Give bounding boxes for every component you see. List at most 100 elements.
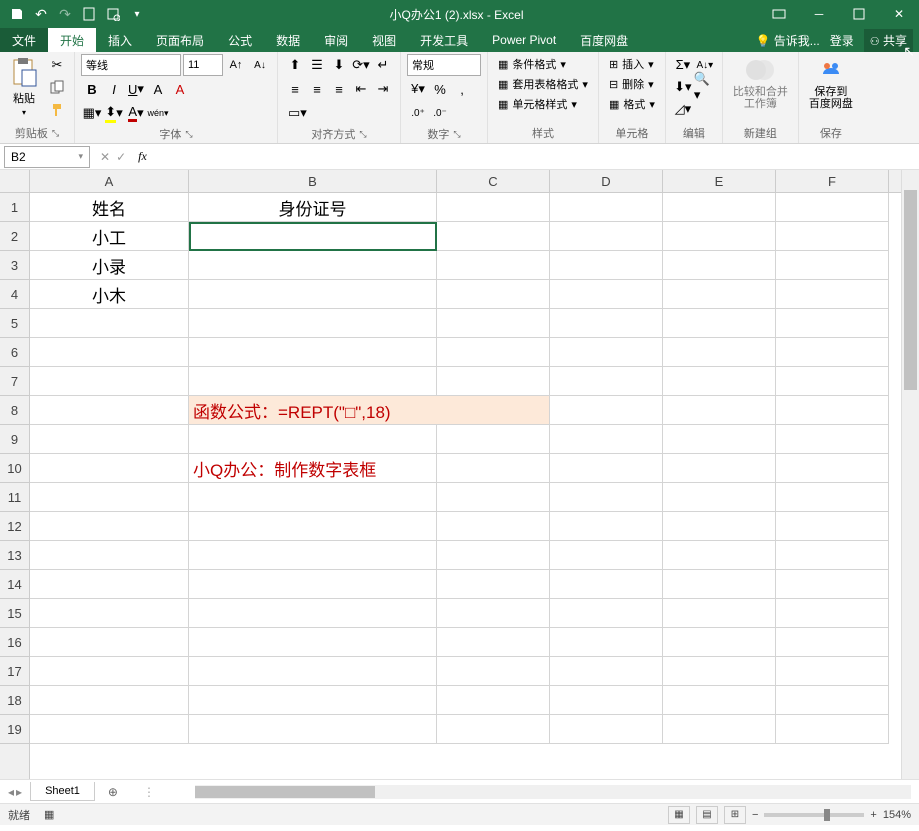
cell-D6[interactable] bbox=[550, 338, 663, 367]
cell-C10[interactable] bbox=[437, 454, 550, 483]
table-format-button[interactable]: ▦ 套用表格格式 ▾ bbox=[494, 74, 592, 94]
copy-button[interactable] bbox=[46, 76, 68, 98]
phonetic-button[interactable]: wén▾ bbox=[147, 102, 169, 124]
wrap-text[interactable]: ↵ bbox=[372, 54, 394, 76]
qat-more-icon[interactable]: ▾ bbox=[126, 3, 148, 25]
undo-icon[interactable]: ↶ bbox=[30, 3, 52, 25]
align-center[interactable]: ≡ bbox=[306, 78, 328, 100]
format-cells-button[interactable]: ▦ 格式 ▾ bbox=[605, 94, 659, 114]
format-painter-button[interactable] bbox=[46, 98, 68, 120]
insert-cells-button[interactable]: ⊞ 插入 ▾ bbox=[605, 54, 659, 74]
cell-A12[interactable] bbox=[30, 512, 189, 541]
cell-B5[interactable] bbox=[189, 309, 437, 338]
cells-area[interactable]: 姓名身份证号小工小录小木函数公式：=REPT("□",18)小Q办公：制作数字表… bbox=[30, 193, 901, 779]
cell-B14[interactable] bbox=[189, 570, 437, 599]
cell-D1[interactable] bbox=[550, 193, 663, 222]
number-format-select[interactable] bbox=[407, 54, 481, 76]
cell-A6[interactable] bbox=[30, 338, 189, 367]
hscroll-thumb[interactable] bbox=[195, 786, 375, 798]
cell-F1[interactable] bbox=[776, 193, 889, 222]
cell-B15[interactable] bbox=[189, 599, 437, 628]
cell-B7[interactable] bbox=[189, 367, 437, 396]
new-icon[interactable] bbox=[78, 3, 100, 25]
column-header-A[interactable]: A bbox=[30, 170, 189, 192]
cell-A2[interactable]: 小工 bbox=[30, 222, 189, 251]
font-color-button[interactable]: A▾ bbox=[125, 102, 147, 124]
font-more2[interactable]: A bbox=[169, 78, 191, 100]
cell-D12[interactable] bbox=[550, 512, 663, 541]
row-header-4[interactable]: 4 bbox=[0, 280, 29, 309]
cell-E10[interactable] bbox=[663, 454, 776, 483]
cell-D15[interactable] bbox=[550, 599, 663, 628]
cell-D16[interactable] bbox=[550, 628, 663, 657]
formula-input[interactable] bbox=[153, 146, 919, 168]
fx-icon[interactable]: fx bbox=[132, 149, 153, 164]
autosum-button[interactable]: Σ▾ bbox=[672, 54, 694, 76]
cell-C18[interactable] bbox=[437, 686, 550, 715]
view-pagelayout-button[interactable]: ▤ bbox=[696, 806, 718, 824]
cell-A11[interactable] bbox=[30, 483, 189, 512]
cell-A15[interactable] bbox=[30, 599, 189, 628]
cell-D17[interactable] bbox=[550, 657, 663, 686]
font-more1[interactable]: A bbox=[147, 78, 169, 100]
cell-F17[interactable] bbox=[776, 657, 889, 686]
macro-record-icon[interactable]: ▦ bbox=[44, 808, 54, 821]
cell-E16[interactable] bbox=[663, 628, 776, 657]
align-top[interactable]: ⬆ bbox=[284, 54, 306, 76]
cell-B16[interactable] bbox=[189, 628, 437, 657]
tab-view[interactable]: 视图 bbox=[360, 28, 408, 52]
align-right[interactable]: ≡ bbox=[328, 78, 350, 100]
close-icon[interactable]: ✕ bbox=[879, 0, 919, 28]
cell-B10[interactable]: 小Q办公：制作数字表框 bbox=[189, 454, 437, 483]
cell-C16[interactable] bbox=[437, 628, 550, 657]
tab-formula[interactable]: 公式 bbox=[216, 28, 264, 52]
row-header-14[interactable]: 14 bbox=[0, 570, 29, 599]
increase-font-button[interactable]: A↑ bbox=[225, 54, 247, 76]
cell-B11[interactable] bbox=[189, 483, 437, 512]
cell-C2[interactable] bbox=[437, 222, 550, 251]
align-left[interactable]: ≡ bbox=[284, 78, 306, 100]
cell-B1[interactable]: 身份证号 bbox=[189, 193, 437, 222]
view-pagebreak-button[interactable]: ⊞ bbox=[724, 806, 746, 824]
tab-file[interactable]: 文件 bbox=[0, 28, 48, 52]
underline-button[interactable]: U▾ bbox=[125, 78, 147, 100]
cell-B17[interactable] bbox=[189, 657, 437, 686]
ribbon-options-icon[interactable] bbox=[759, 0, 799, 28]
cell-F15[interactable] bbox=[776, 599, 889, 628]
row-header-7[interactable]: 7 bbox=[0, 367, 29, 396]
row-header-19[interactable]: 19 bbox=[0, 715, 29, 744]
column-header-E[interactable]: E bbox=[663, 170, 776, 192]
sheet-nav-next[interactable]: ▸ bbox=[16, 785, 22, 799]
bold-button[interactable]: B bbox=[81, 78, 103, 100]
sheet-tab[interactable]: Sheet1 bbox=[30, 782, 95, 801]
zoom-out-button[interactable]: − bbox=[752, 809, 758, 821]
cell-F2[interactable] bbox=[776, 222, 889, 251]
cell-B2[interactable] bbox=[189, 222, 437, 251]
cell-B19[interactable] bbox=[189, 715, 437, 744]
view-normal-button[interactable]: ▦ bbox=[668, 806, 690, 824]
cell-C4[interactable] bbox=[437, 280, 550, 309]
cell-F11[interactable] bbox=[776, 483, 889, 512]
cell-B18[interactable] bbox=[189, 686, 437, 715]
cell-B4[interactable] bbox=[189, 280, 437, 309]
column-header-D[interactable]: D bbox=[550, 170, 663, 192]
maximize-icon[interactable] bbox=[839, 0, 879, 28]
zoom-thumb[interactable] bbox=[824, 809, 830, 821]
cell-A8[interactable] bbox=[30, 396, 189, 425]
cell-D9[interactable] bbox=[550, 425, 663, 454]
cell-F5[interactable] bbox=[776, 309, 889, 338]
cell-E13[interactable] bbox=[663, 541, 776, 570]
align-launcher[interactable]: ⤡ bbox=[359, 129, 366, 140]
cell-E9[interactable] bbox=[663, 425, 776, 454]
tellme[interactable]: 💡 告诉我... bbox=[755, 32, 819, 49]
cell-D14[interactable] bbox=[550, 570, 663, 599]
row-header-6[interactable]: 6 bbox=[0, 338, 29, 367]
cell-D5[interactable] bbox=[550, 309, 663, 338]
cell-C9[interactable] bbox=[437, 425, 550, 454]
scrollbar-thumb[interactable] bbox=[904, 190, 917, 390]
indent-dec[interactable]: ⇤ bbox=[350, 78, 372, 100]
row-header-3[interactable]: 3 bbox=[0, 251, 29, 280]
column-header-F[interactable]: F bbox=[776, 170, 889, 192]
column-header-B[interactable]: B bbox=[189, 170, 437, 192]
tab-review[interactable]: 审阅 bbox=[312, 28, 360, 52]
